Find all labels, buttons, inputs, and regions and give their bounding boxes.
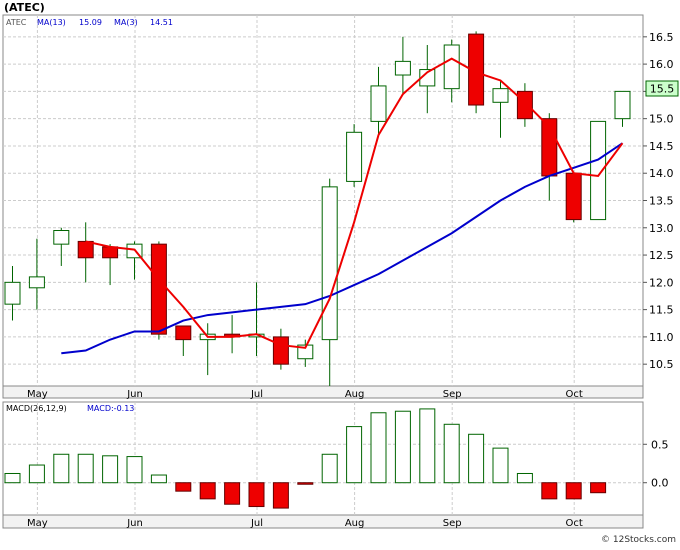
candle (565, 172, 582, 223)
macd-bar-positive (321, 453, 338, 484)
macd-bar-positive (77, 453, 94, 484)
legend-ma13-value: 15.09 (79, 18, 102, 27)
candle-body-down (272, 336, 289, 365)
candle-body-up (394, 60, 411, 76)
macd-bar-negative (590, 482, 607, 494)
macd-bar-positive (4, 472, 21, 484)
legend-ma3-value: 14.51 (150, 18, 173, 27)
candle-body-down (77, 240, 94, 259)
macd-bar-negative (272, 482, 289, 509)
price-tick-label: 13.5 (649, 195, 674, 208)
credit-text: © 12Stocks.com (601, 535, 676, 545)
candle-body-up (346, 131, 363, 182)
price-tick-label: 15.0 (649, 113, 674, 126)
last-price-label: 15.5 (645, 80, 679, 97)
candle (150, 241, 167, 340)
legend-ma3-label: MA(3) (114, 18, 138, 27)
price-x-label: Jul (250, 389, 263, 400)
macd-bar-positive (150, 474, 167, 484)
price-tick-label: 16.0 (649, 58, 674, 71)
macd-tick-label: 0.0 (651, 477, 669, 490)
candle-body-up (4, 281, 21, 305)
price-tick-label: 11.0 (649, 331, 674, 344)
macd-x-axis-band (2, 514, 644, 529)
macd-x-label: Sep (443, 518, 462, 529)
price-x-label: Sep (443, 389, 462, 400)
macd-x-label: Jul (250, 518, 263, 529)
macd-bar-negative (565, 482, 582, 500)
macd-tick-label: 0.5 (651, 438, 669, 451)
macd-bar-positive (492, 447, 509, 484)
macd-bar-positive (28, 464, 45, 484)
candle-body-up (53, 230, 70, 245)
macd-x-label: Oct (566, 518, 583, 529)
chart-svg: 10.5 11.0 11.5 12.0 12.5 13.0 13.5 14.0 14.5 15.0… (0, 0, 680, 546)
legend-ticker: ATEC (6, 18, 27, 27)
price-tick-label: 12.0 (649, 276, 674, 289)
candle-body-up (28, 276, 45, 289)
chart-root: 10.5 11.0 11.5 12.0 12.5 13.0 13.5 14.0 14.5 15.0… (0, 0, 680, 546)
price-x-label: Oct (566, 389, 583, 400)
macd-bar-positive (126, 456, 143, 484)
price-tick-label: 11.5 (649, 304, 674, 317)
macd-bar-positive (346, 426, 363, 484)
macd-bar-positive (102, 455, 119, 484)
macd-x-label: May (27, 518, 48, 529)
chart-title: (ATEC) (4, 1, 45, 14)
price-x-label: Jun (126, 389, 143, 400)
price-tick-label: 10.5 (649, 358, 674, 371)
candle-body-down (102, 246, 119, 259)
macd-bar-negative (297, 482, 314, 485)
candle-body-down (516, 90, 533, 120)
macd-bar-positive (443, 423, 460, 484)
price-tick-label: 16.5 (649, 31, 674, 44)
candle-body-down (175, 325, 192, 341)
macd-title: MACD(26,12,9) (6, 404, 67, 413)
macd-bar-negative (175, 482, 192, 492)
price-tick-label: 13.0 (649, 222, 674, 235)
price-tick-label: 12.5 (649, 249, 674, 262)
macd-bar-negative (248, 482, 265, 508)
macd-bar-positive (394, 410, 411, 484)
candle-body-up (443, 44, 460, 90)
candle (346, 124, 363, 187)
price-x-label: May (27, 389, 48, 400)
macd-value-label: MACD:-0.13 (87, 404, 134, 413)
macd-bar-positive (53, 453, 70, 484)
macd-x-label: Aug (345, 518, 365, 529)
macd-bar-positive (516, 472, 533, 484)
candle-body-up (614, 90, 631, 120)
price-tick-label: 14.5 (649, 140, 674, 153)
last-price-text: 15.5 (650, 83, 675, 96)
macd-x-label: Jun (126, 518, 143, 529)
macd-panel: 0.50.0 May Jun Jul Aug Sep Oct MACD(26,12,9) … (2, 401, 669, 529)
candle-body-up (370, 85, 387, 122)
price-panel: 10.5 11.0 11.5 12.0 12.5 13.0 13.5 14.0 14.5 15.0… (2, 14, 679, 400)
price-tick-label: 14.0 (649, 167, 674, 180)
price-x-axis-band (2, 385, 644, 399)
macd-bar-negative (541, 482, 558, 500)
candle-body-down (150, 243, 167, 335)
macd-bar-positive (419, 408, 436, 484)
candle-body-down (565, 172, 582, 221)
candle-body-up (492, 88, 509, 103)
candle-body-up (321, 186, 338, 341)
macd-bar-negative (224, 482, 241, 505)
price-x-label: Aug (345, 389, 365, 400)
macd-bar-positive (468, 433, 485, 484)
macd-bar-negative (199, 482, 216, 500)
legend-ma13-label: MA(13) (37, 18, 66, 27)
macd-bar-positive (370, 412, 387, 484)
